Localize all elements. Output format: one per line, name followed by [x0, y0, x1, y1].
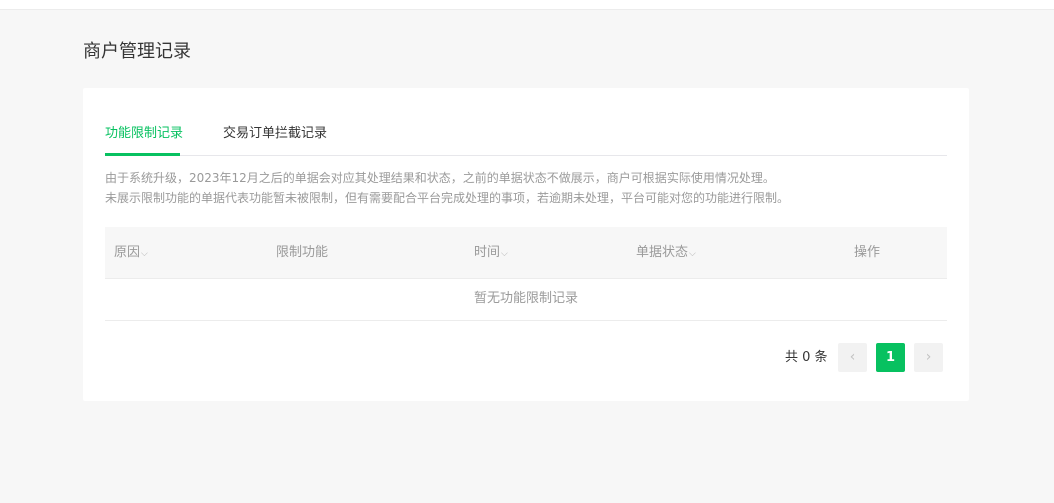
sort-caret-icon: ⌵	[141, 249, 148, 259]
notice-text: 由于系统升级，2023年12月之后的单据会对应其处理结果和状态，之前的单据状态不…	[105, 168, 947, 208]
chevron-right-icon: ›	[925, 349, 932, 365]
page-title: 商户管理记录	[83, 41, 191, 62]
pagination: 共 0 条 ‹ 1 ›	[83, 343, 969, 373]
chevron-left-icon: ‹	[849, 349, 856, 365]
table-empty-state: 暂无功能限制记录	[105, 278, 947, 321]
column-header-reason[interactable]: 原因⌵	[114, 227, 148, 278]
column-header-label: 单据状态	[636, 245, 689, 260]
column-header-time[interactable]: 时间⌵	[474, 227, 508, 278]
tab-bar: 功能限制记录 交易订单拦截记录	[105, 124, 947, 156]
sort-caret-icon: ⌵	[689, 249, 696, 259]
column-header-actions: 操作	[854, 227, 880, 278]
column-header-document-status[interactable]: 单据状态⌵	[636, 227, 696, 278]
tab-transaction-interception-records[interactable]: 交易订单拦截记录	[223, 124, 327, 144]
page-number-button[interactable]: 1	[876, 343, 905, 372]
top-bar	[0, 0, 1054, 10]
tab-function-restriction-records[interactable]: 功能限制记录	[105, 124, 183, 144]
column-header-label: 操作	[854, 245, 881, 260]
next-page-button[interactable]: ›	[914, 343, 943, 372]
notice-line-1: 由于系统升级，2023年12月之后的单据会对应其处理结果和状态，之前的单据状态不…	[105, 171, 775, 185]
active-tab-indicator	[105, 153, 180, 156]
table-header: 原因⌵ 限制功能 时间⌵ 单据状态⌵ 操作	[105, 227, 947, 279]
column-header-label: 限制功能	[276, 245, 329, 260]
content-card: 功能限制记录 交易订单拦截记录 由于系统升级，2023年12月之后的单据会对应其…	[83, 88, 969, 401]
prev-page-button[interactable]: ‹	[838, 343, 867, 372]
column-header-label: 时间	[474, 245, 501, 260]
column-header-restricted-function: 限制功能	[276, 227, 328, 278]
total-count: 共 0 条	[785, 350, 828, 365]
notice-line-2: 未展示限制功能的单据代表功能暂未被限制，但有需要配合平台完成处理的事项，若逾期未…	[105, 191, 790, 205]
column-header-label: 原因	[114, 245, 141, 260]
sort-caret-icon: ⌵	[501, 249, 508, 259]
